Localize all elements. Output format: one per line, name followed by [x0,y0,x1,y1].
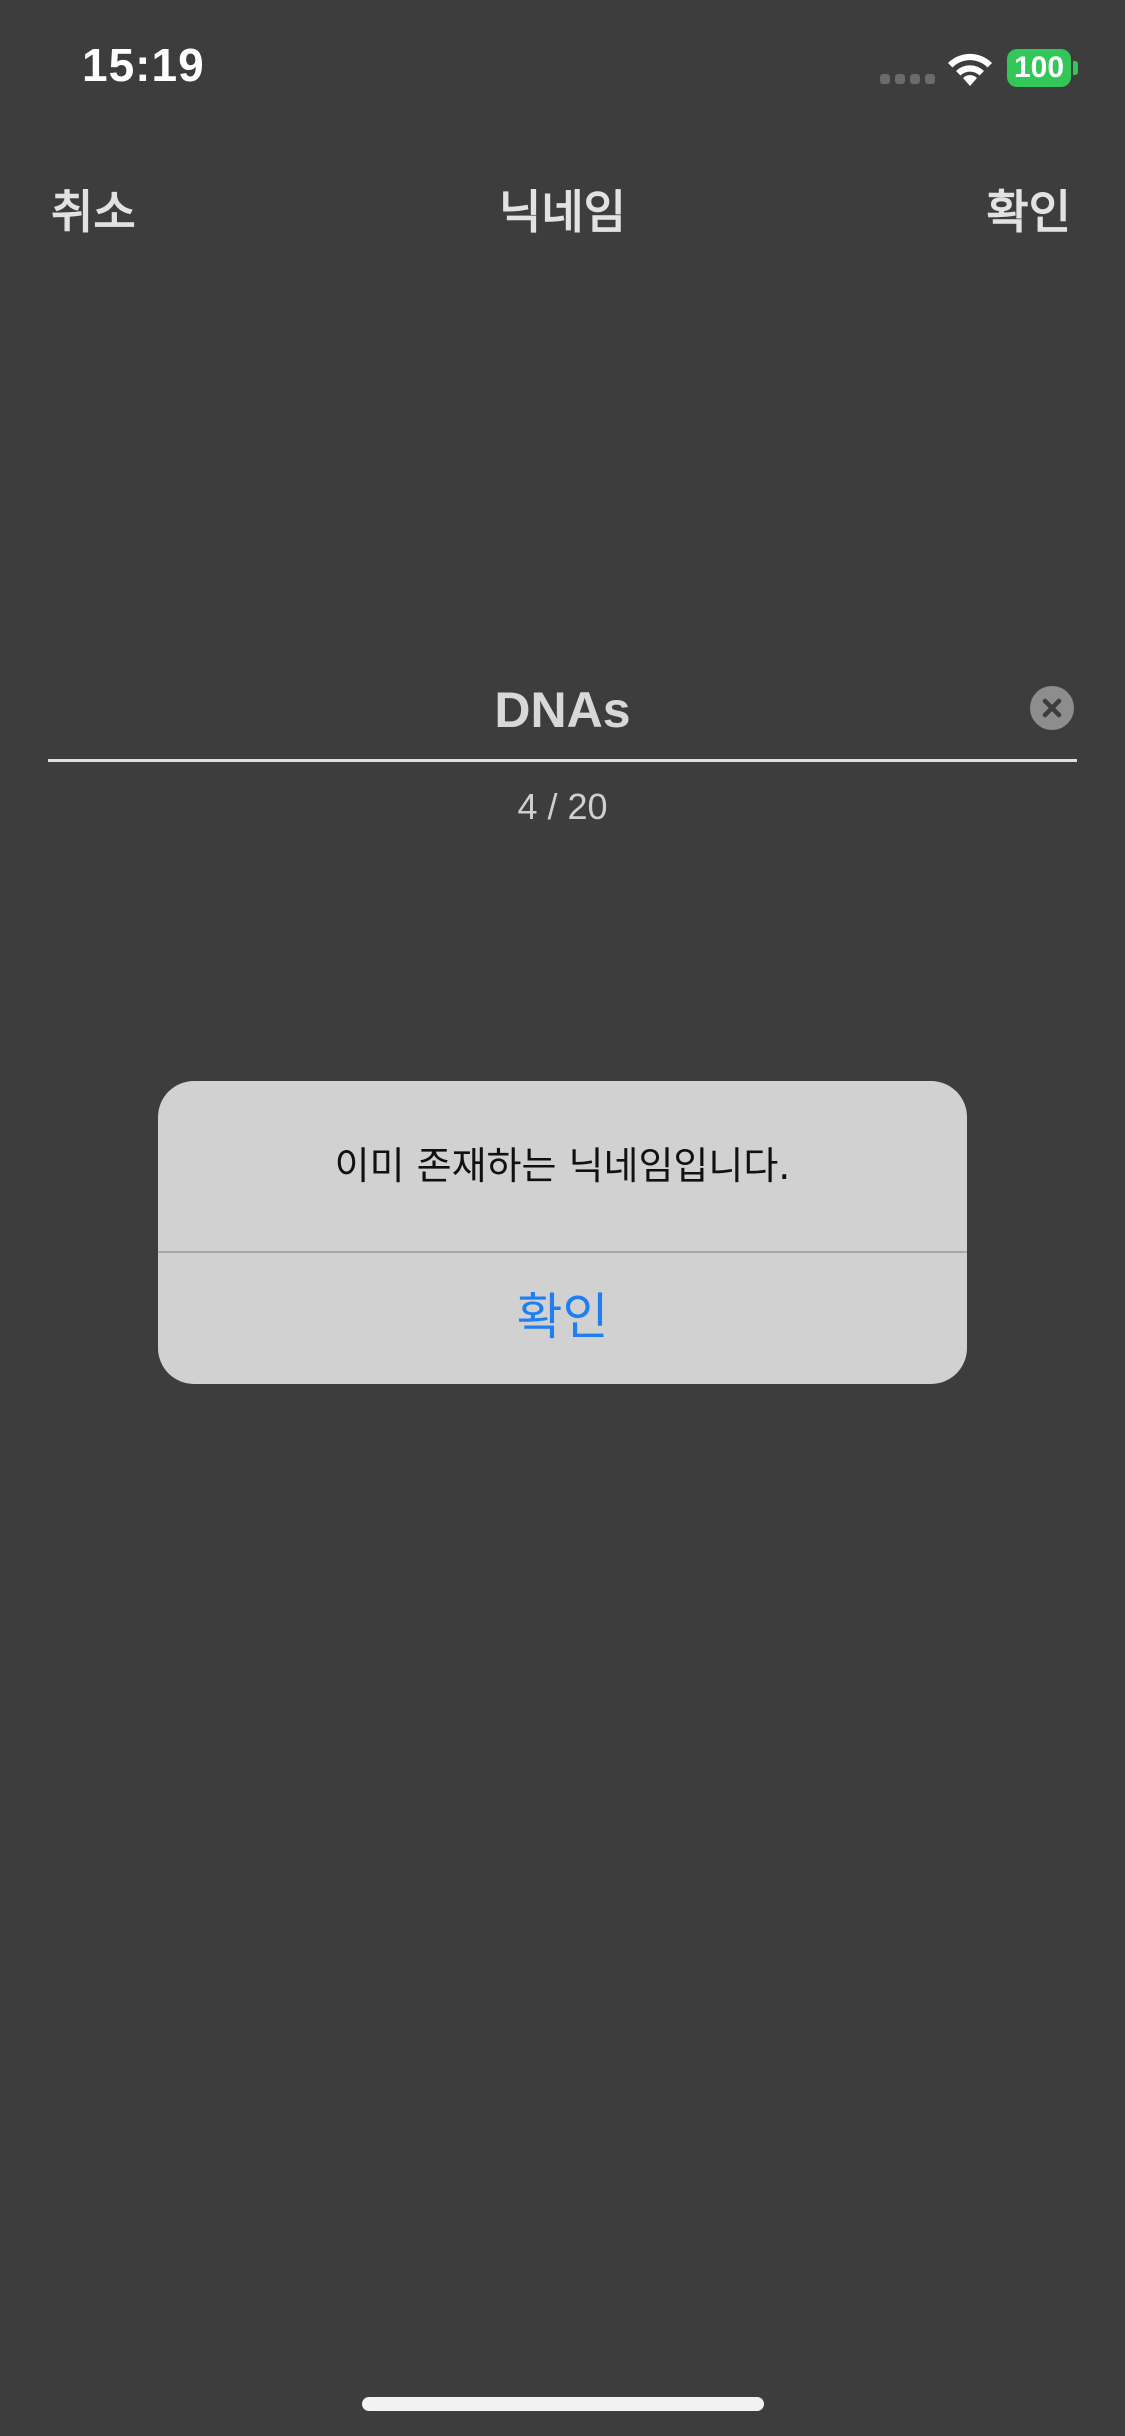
alert-dialog: 이미 존재하는 닉네임입니다. 확인 [158,1081,967,1384]
battery-icon: 100 [1007,49,1078,87]
nickname-input[interactable]: DNAs [48,680,1077,762]
input-underline [48,759,1077,762]
page-title: 닉네임 [499,185,626,239]
character-counter: 4 / 20 [517,786,608,827]
status-time: 15:19 [82,39,205,91]
cellular-signal-icon [880,74,936,84]
nickname-value: DNAs [494,682,631,738]
wifi-icon [944,48,996,88]
clear-icon[interactable] [1030,686,1074,730]
status-bar: 15:19 100 [0,0,1125,140]
alert-message: 이미 존재하는 닉네임입니다. [334,1144,791,1188]
home-indicator[interactable] [362,2397,764,2411]
alert-confirm-button[interactable]: 확인 [158,1253,967,1384]
confirm-button[interactable]: 확인 [986,176,1071,242]
battery-level: 100 [1013,51,1065,84]
